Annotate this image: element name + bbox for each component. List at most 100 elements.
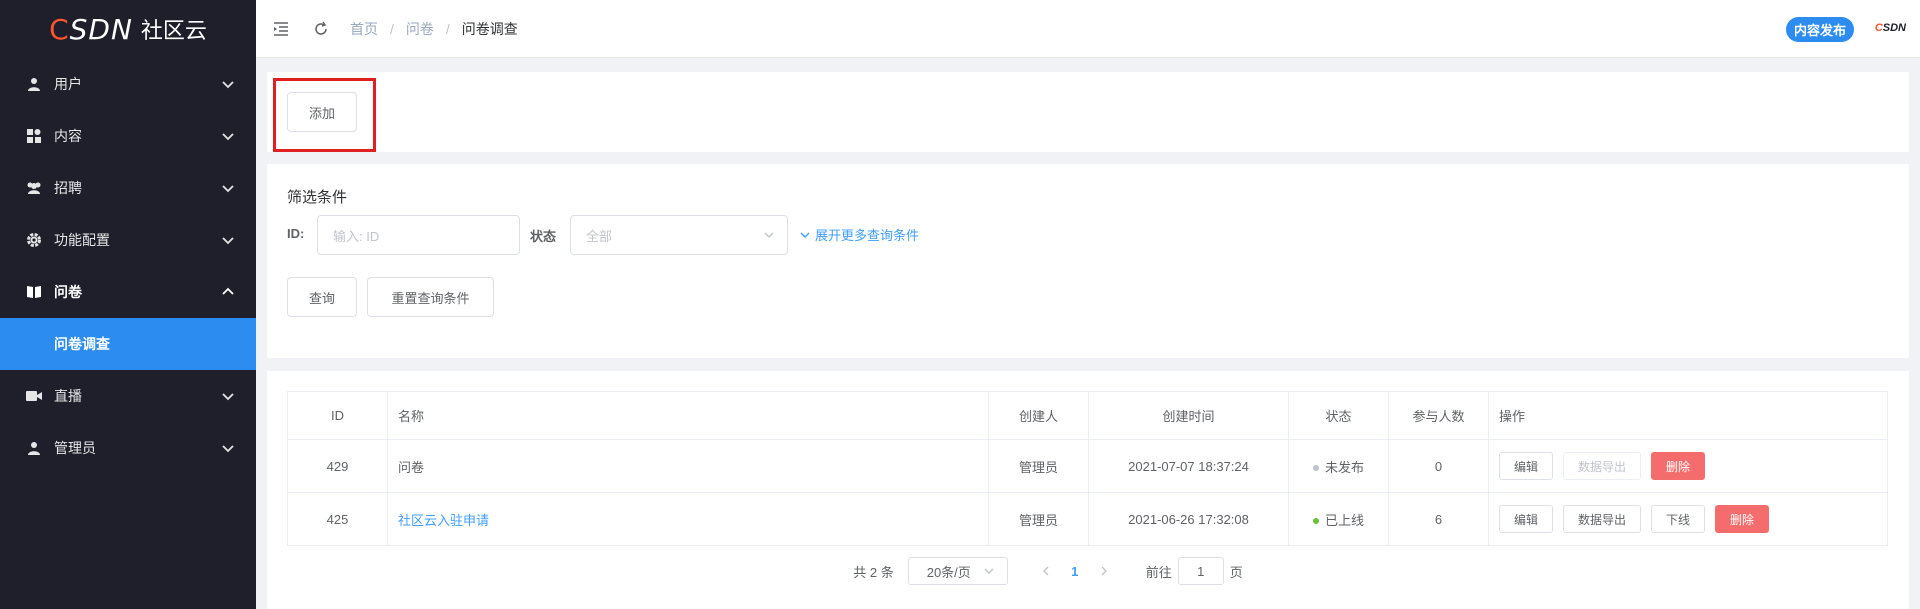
breadcrumb: 首页 / 问卷 / 问卷调查 [350, 19, 518, 39]
status-text: 未发布 [1324, 459, 1364, 475]
book-icon [26, 284, 42, 300]
chevron-down-icon [222, 237, 234, 245]
sidebar-item-label: 管理员 [54, 440, 96, 456]
sidebar-item-label: 内容 [54, 128, 82, 144]
cell-id: 429 [287, 439, 388, 493]
cell-status: 未发布 [1288, 439, 1389, 493]
sidebar-item-users[interactable]: 用户 [0, 58, 256, 110]
sidebar-subitem-label: 问卷调查 [54, 336, 110, 352]
next-page-button[interactable] [1090, 564, 1118, 579]
breadcrumb-separator: / [390, 20, 394, 37]
column-header-actions: 操作 [1488, 391, 1888, 440]
sidebar-item-label: 问卷 [54, 284, 82, 300]
prev-page-button[interactable] [1032, 564, 1060, 579]
user-icon [26, 76, 42, 92]
chevron-down-icon [222, 81, 234, 89]
filter-panel: 筛选条件 ID: 输入: ID 状态 全部 展开更多查询条件 查询 重置查询条件 [267, 164, 1909, 358]
export-data-button: 数据导出 [1563, 452, 1642, 480]
breadcrumb-separator: / [445, 20, 450, 37]
offline-button[interactable]: 下线 [1651, 505, 1706, 533]
chevron-left-icon [1042, 566, 1049, 575]
chevron-down-icon [222, 185, 234, 193]
breadcrumb-home[interactable]: 首页 [350, 19, 378, 39]
chevron-down-icon [222, 133, 234, 141]
chevron-down-icon [222, 393, 234, 401]
highlight-annotation [273, 78, 376, 152]
sidebar-item-label: 功能配置 [54, 232, 110, 248]
sidebar-item-admin[interactable]: 管理员 [0, 422, 256, 474]
pagination: 共 2 条 20条/页 1 前往 1 页 [267, 557, 1909, 585]
status-dot [1312, 518, 1319, 525]
cell-count: 0 [1388, 439, 1489, 493]
logo: CSDN 社区云 [0, 0, 256, 58]
table-panel: ID 名称 创建人 创建时间 状态 参与人数 操作 429 问卷 管理员 202… [267, 371, 1909, 609]
delete-button[interactable]: 删除 [1715, 505, 1770, 533]
cell-actions: 编辑 数据导出 删除 [1488, 439, 1888, 493]
expand-more-conditions-link[interactable]: 展开更多查询条件 [799, 225, 919, 244]
content-icon [26, 128, 42, 144]
sidebar-item-label: 直播 [54, 388, 82, 404]
chevron-up-icon [222, 287, 234, 295]
reset-query-button[interactable]: 重置查询条件 [367, 277, 494, 317]
sidebar-item-label: 用户 [54, 76, 82, 92]
cell-actions: 编辑 数据导出 下线 删除 [1488, 492, 1888, 546]
cell-name: 社区云入驻申请 [387, 492, 989, 546]
table-header-row: ID 名称 创建人 创建时间 状态 参与人数 操作 [287, 391, 1888, 440]
brand-logo: CSDN [1874, 22, 1906, 34]
delete-button[interactable]: 删除 [1651, 452, 1706, 480]
chevron-down-icon [984, 568, 994, 574]
table-row: 425 社区云入驻申请 管理员 2021-06-26 17:32:08 已上线 … [287, 492, 1888, 546]
cell-count: 6 [1388, 492, 1489, 546]
breadcrumb-survey[interactable]: 问卷 [406, 19, 434, 39]
page-size-select[interactable]: 20条/页 [907, 557, 1008, 585]
goto-suffix: 页 [1229, 564, 1243, 580]
chevron-down-icon [800, 232, 810, 238]
cell-name: 问卷 [387, 439, 989, 493]
cell-id: 425 [287, 492, 388, 546]
breadcrumb-current: 问卷调查 [461, 20, 518, 37]
sidebar-item-recruit[interactable]: 招聘 [0, 162, 256, 214]
sidebar-item-content[interactable]: 内容 [0, 110, 256, 162]
pagination-total: 共 2 条 [853, 564, 894, 580]
goto-page: 前往 1 页 [1146, 557, 1243, 585]
export-data-button[interactable]: 数据导出 [1563, 505, 1642, 533]
cell-status: 已上线 [1288, 492, 1389, 546]
id-input[interactable]: 输入: ID [317, 215, 520, 255]
status-select[interactable]: 全部 [570, 215, 788, 255]
admin-icon [26, 440, 42, 456]
column-header-name: 名称 [387, 391, 989, 440]
refresh-icon[interactable] [310, 18, 332, 40]
filter-title: 筛选条件 [287, 189, 348, 206]
sidebar-item-live[interactable]: 直播 [0, 370, 256, 422]
expand-more-label: 展开更多查询条件 [815, 228, 920, 243]
goto-prefix: 前往 [1145, 564, 1172, 580]
query-button[interactable]: 查询 [287, 277, 357, 317]
column-header-created: 创建时间 [1088, 391, 1289, 440]
recruit-icon [26, 180, 42, 196]
sidebar-item-survey[interactable]: 问卷 [0, 266, 256, 318]
logo-text: 社区云 [140, 18, 207, 43]
edit-button[interactable]: 编辑 [1499, 505, 1554, 533]
column-header-count: 参与人数 [1388, 391, 1489, 440]
menu-fold-icon[interactable] [270, 18, 292, 40]
survey-name-link[interactable]: 社区云入驻申请 [398, 513, 489, 528]
sidebar-subitem-survey-list[interactable]: 问卷调查 [0, 318, 256, 370]
chevron-down-icon [222, 445, 234, 453]
table-row: 429 问卷 管理员 2021-07-07 18:37:24 未发布 0 编辑 … [287, 439, 1888, 493]
sidebar-item-label: 招聘 [54, 180, 82, 196]
page-size-value: 20条/页 [926, 564, 971, 580]
column-header-creator: 创建人 [988, 391, 1089, 440]
cell-created: 2021-07-07 18:37:24 [1088, 439, 1289, 493]
page-number-current[interactable]: 1 [1060, 564, 1090, 579]
status-dot [1312, 465, 1319, 472]
top-header: 首页 / 问卷 / 问卷调查 内容发布 CSDN [256, 0, 1920, 58]
column-header-status: 状态 [1288, 391, 1389, 440]
cell-creator: 管理员 [988, 439, 1089, 493]
edit-button[interactable]: 编辑 [1499, 452, 1554, 480]
gear-icon [26, 232, 42, 248]
goto-page-input[interactable]: 1 [1177, 557, 1224, 585]
status-select-value: 全部 [586, 228, 613, 244]
sidebar-item-config[interactable]: 功能配置 [0, 214, 256, 266]
video-icon [26, 388, 42, 404]
publish-content-button[interactable]: 内容发布 [1785, 17, 1854, 42]
